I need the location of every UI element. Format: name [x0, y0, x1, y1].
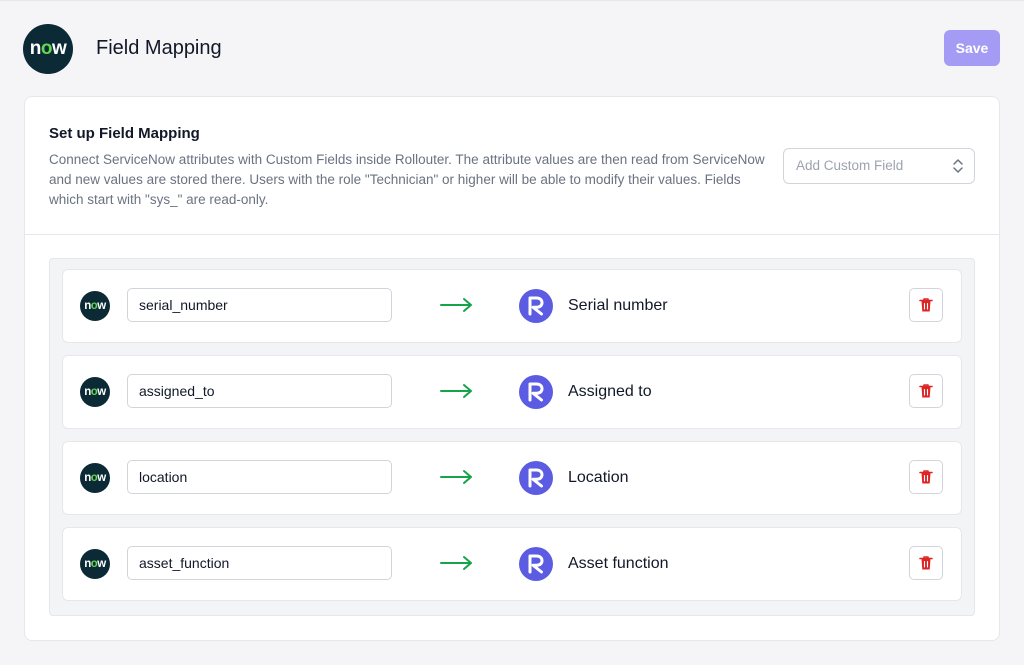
servicenow-attribute-input[interactable] — [127, 288, 392, 322]
chevron-up-down-icon — [953, 159, 963, 173]
delete-mapping-button[interactable] — [909, 288, 943, 322]
add-custom-field-select[interactable]: Add Custom Field — [783, 148, 975, 184]
servicenow-logo-icon: now — [80, 549, 110, 579]
custom-field-label: Location — [568, 469, 629, 486]
servicenow-logo-icon: now — [80, 463, 110, 493]
trash-icon — [919, 470, 933, 484]
delete-mapping-button[interactable] — [909, 546, 943, 580]
page-title: Field Mapping — [96, 37, 222, 59]
arrow-right-icon — [440, 384, 472, 398]
mapping-row: now Asset function — [62, 527, 962, 601]
arrow-right-icon — [440, 470, 472, 484]
mapping-row: now Serial number — [62, 269, 962, 343]
custom-field-label: Asset function — [568, 555, 669, 572]
arrow-right-icon — [440, 298, 472, 312]
trash-icon — [919, 298, 933, 312]
rollouter-logo-icon — [519, 375, 553, 409]
trash-icon — [919, 384, 933, 398]
field-mapping-card: Set up Field Mapping Connect ServiceNow … — [24, 96, 1000, 641]
arrow-right-icon — [440, 556, 472, 570]
delete-mapping-button[interactable] — [909, 460, 943, 494]
servicenow-logo-icon: now — [80, 377, 110, 407]
rollouter-logo-icon — [519, 547, 553, 581]
servicenow-logo-icon: now — [80, 291, 110, 321]
rollouter-logo-icon — [519, 289, 553, 323]
save-button[interactable]: Save — [944, 30, 1000, 66]
setup-title: Set up Field Mapping — [49, 125, 200, 142]
servicenow-attribute-input[interactable] — [127, 546, 392, 580]
trash-icon — [919, 556, 933, 570]
custom-field-label: Assigned to — [568, 383, 652, 400]
setup-description: Connect ServiceNow attributes with Custo… — [49, 152, 765, 207]
card-header: Set up Field Mapping Connect ServiceNow … — [25, 97, 999, 235]
servicenow-attribute-input[interactable] — [127, 460, 392, 494]
servicenow-logo-icon: now — [23, 24, 73, 74]
custom-field-label: Serial number — [568, 297, 668, 314]
rollouter-logo-icon — [519, 461, 553, 495]
mapping-row: now Location — [62, 441, 962, 515]
mapping-list: now Serial number now Assigned to — [49, 258, 975, 616]
servicenow-attribute-input[interactable] — [127, 374, 392, 408]
page-header: now Field Mapping Save — [0, 0, 1024, 96]
delete-mapping-button[interactable] — [909, 374, 943, 408]
add-custom-field-placeholder: Add Custom Field — [796, 158, 904, 173]
mapping-row: now Assigned to — [62, 355, 962, 429]
